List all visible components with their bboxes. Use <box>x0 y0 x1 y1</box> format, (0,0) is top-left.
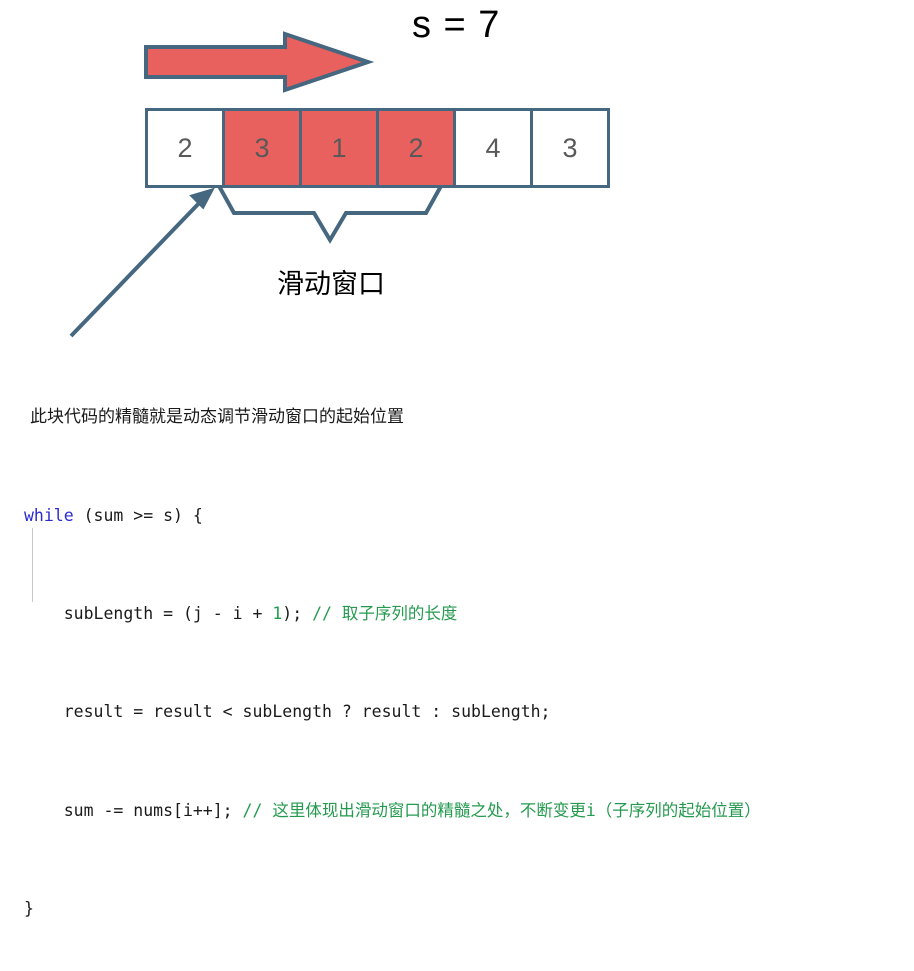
code-line-result: result = result < subLength ? result : s… <box>24 700 761 725</box>
array-cell: 2 <box>376 108 456 188</box>
code-comment: // 取子序列的长度 <box>312 603 458 623</box>
code-text: sum -= nums[i++]; <box>24 800 243 820</box>
sum-target-label: s = 7 <box>412 4 501 46</box>
code-comment: // 这里体现出滑动窗口的精髓之处，不断变更i（子序列的起始位置） <box>242 800 761 820</box>
array-cell: 2 <box>145 108 225 188</box>
diagram-canvas: s = 7 2 3 1 2 4 3 滑动窗口 此块代码的精髓就是动态调节滑动窗口… <box>0 0 914 918</box>
array-cells: 2 3 1 2 4 3 <box>145 108 610 188</box>
indent-guide <box>32 527 33 602</box>
diagonal-arrow-icon <box>69 187 216 338</box>
code-line-closing-brace: } <box>24 897 761 922</box>
code-text: ); <box>282 603 313 623</box>
code-text: (sum >= s) { <box>73 505 203 525</box>
array-cell: 3 <box>530 108 610 188</box>
code-line-sum: sum -= nums[i++]; // 这里体现出滑动窗口的精髓之处，不断变更… <box>24 799 761 824</box>
code-note: 此块代码的精髓就是动态调节滑动窗口的起始位置 <box>30 407 404 427</box>
code-block: 此块代码的精髓就是动态调节滑动窗口的起始位置 while (sum >= s) … <box>24 356 761 971</box>
code-text: } <box>24 899 34 919</box>
right-arrow-icon <box>144 31 375 93</box>
code-text: result = result < subLength ? result : s… <box>24 702 551 722</box>
code-number: 1 <box>272 603 283 623</box>
code-line-sublength: subLength = (j - i + 1); // 取子序列的长度 <box>24 602 761 627</box>
window-caption: 滑动窗口 <box>277 269 385 299</box>
array-cell: 1 <box>299 108 379 188</box>
array-cell: 4 <box>453 108 533 188</box>
keyword-while: while <box>24 505 74 525</box>
array-cell: 3 <box>222 108 302 188</box>
code-line-while: while (sum >= s) { <box>24 504 761 602</box>
code-text: subLength = (j - i + <box>24 603 273 623</box>
curly-brace-icon <box>217 185 443 244</box>
